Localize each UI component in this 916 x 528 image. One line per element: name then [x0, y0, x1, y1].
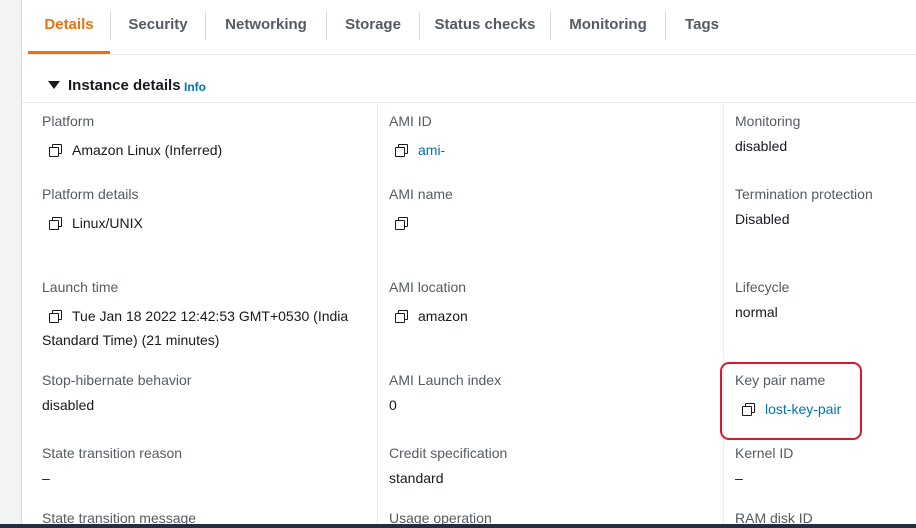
credit-specification-value: standard — [389, 470, 444, 486]
tab-security[interactable]: Security — [111, 0, 205, 52]
monitoring-label: Monitoring — [735, 113, 801, 129]
kernel-id-value: – — [735, 470, 743, 486]
termination-protection-label: Termination protection — [735, 186, 873, 202]
stop-hibernate-label: Stop-hibernate behavior — [42, 372, 192, 388]
ami-location-label: AMI location — [389, 279, 467, 295]
tab-tags[interactable]: Tags — [666, 0, 738, 52]
tab-storage[interactable]: Storage — [327, 0, 419, 52]
platform-label: Platform — [42, 113, 95, 129]
tab-monitoring[interactable]: Monitoring — [551, 0, 665, 52]
section-title[interactable]: Instance details — [68, 77, 181, 94]
ami-id-label: AMI ID — [389, 113, 432, 129]
launch-time-label: Launch time — [42, 279, 119, 295]
lifecycle-value: normal — [735, 304, 778, 320]
collapse-caret-icon[interactable] — [48, 81, 60, 89]
section-header: Instance details Info — [22, 54, 916, 103]
copy-icon[interactable] — [395, 144, 408, 157]
column-divider — [377, 102, 378, 524]
copy-icon[interactable] — [395, 310, 408, 323]
ami-name-label: AMI name — [389, 186, 453, 202]
platform-details-label: Platform details — [42, 186, 139, 202]
copy-icon[interactable] — [49, 217, 62, 230]
info-link[interactable]: Info — [184, 80, 206, 94]
platform-value: Amazon Linux (Inferred) — [72, 142, 223, 158]
ami-location-value: amazon — [418, 308, 468, 324]
bottom-bar — [0, 524, 916, 528]
tab-networking[interactable]: Networking — [206, 0, 326, 52]
monitoring-value: disabled — [735, 138, 788, 154]
ami-launch-index-label: AMI Launch index — [389, 372, 502, 388]
highlight-annotation — [720, 362, 862, 440]
state-transition-reason-label: State transition reason — [42, 445, 183, 461]
stop-hibernate-value: disabled — [42, 397, 95, 413]
tab-bar: Details Security Networking Storage Stat… — [22, 0, 916, 55]
column-divider — [723, 102, 724, 524]
ami-id-link[interactable]: ami- — [418, 142, 445, 158]
kernel-id-label: Kernel ID — [735, 445, 794, 461]
copy-icon[interactable] — [395, 217, 408, 230]
credit-specification-label: Credit specification — [389, 445, 508, 461]
launch-time-value: Tue Jan 18 2022 12:42:53 GMT+0530 (India… — [42, 308, 349, 348]
tab-details[interactable]: Details — [28, 0, 110, 52]
termination-protection-value: Disabled — [735, 211, 790, 227]
ami-launch-index-value: 0 — [389, 397, 397, 413]
state-transition-reason-value: – — [42, 470, 50, 486]
lifecycle-label: Lifecycle — [735, 279, 790, 295]
platform-details-value: Linux/UNIX — [72, 215, 143, 231]
tab-status-checks[interactable]: Status checks — [420, 0, 550, 52]
instance-details-panel: Details Security Networking Storage Stat… — [21, 0, 916, 526]
copy-icon[interactable] — [49, 144, 62, 157]
